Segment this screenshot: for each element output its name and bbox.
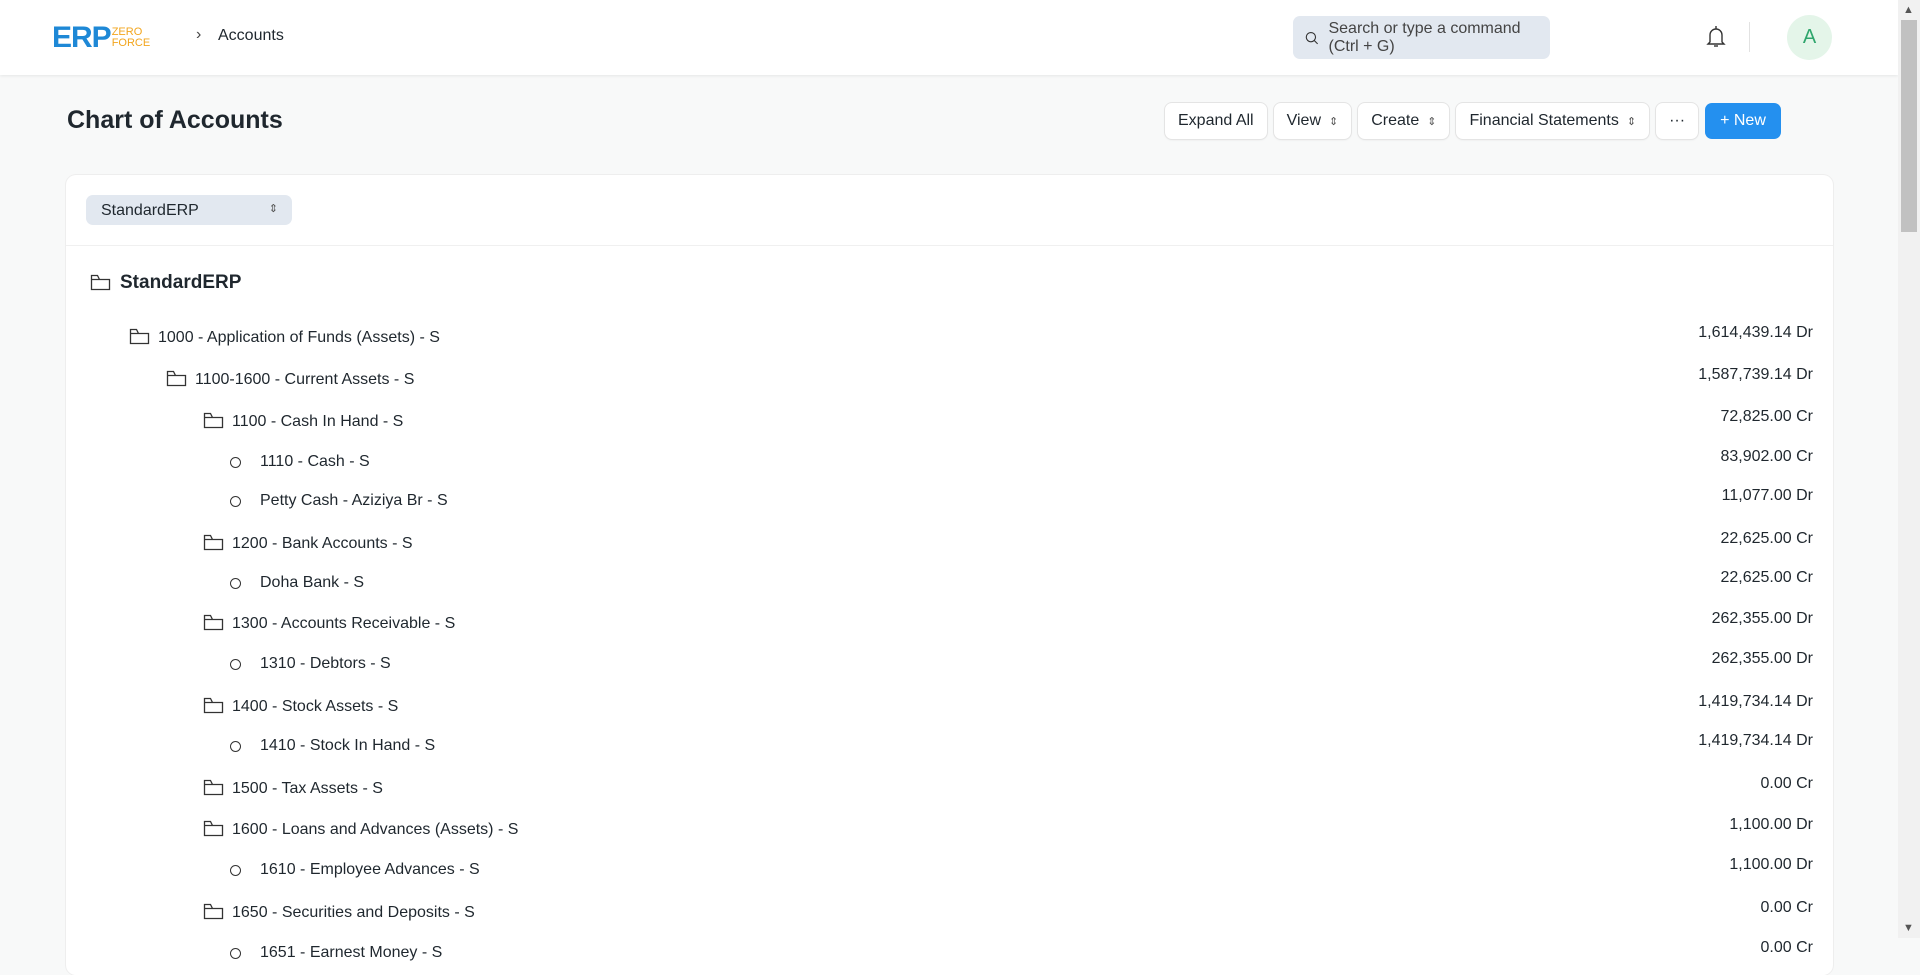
account-balance: 83,902.00 Cr xyxy=(1720,448,1813,465)
account-balance: 72,825.00 Cr xyxy=(1720,408,1813,425)
account-name[interactable]: Doha Bank - S xyxy=(260,574,364,592)
account-balance: 1,419,734.14 Dr xyxy=(1698,693,1813,710)
account-name[interactable]: 1600 - Loans and Advances (Assets) - S xyxy=(232,821,518,839)
scrollbar-thumb[interactable] xyxy=(1901,20,1917,232)
tree-row[interactable]: 1300 - Accounts Receivable - S 262,355.00… xyxy=(66,610,1833,640)
account-balance: 1,419,734.14 Dr xyxy=(1698,732,1813,749)
folder-icon xyxy=(203,613,224,636)
leaf-node-icon xyxy=(230,496,241,507)
account-balance: 11,077.00 Dr xyxy=(1721,487,1813,504)
page-actions: Expand All View ⇕ Create ⇕ Financial State… xyxy=(1165,103,1781,139)
more-button[interactable]: ··· xyxy=(1656,103,1699,139)
account-balance: 0.00 Cr xyxy=(1760,939,1813,956)
account-balance: 262,355.00 Dr xyxy=(1711,650,1813,667)
account-name[interactable]: 1310 - Debtors - S xyxy=(260,655,391,673)
account-balance: 1,100.00 Dr xyxy=(1729,856,1813,873)
bell-icon[interactable] xyxy=(1705,24,1727,50)
scroll-up-icon[interactable]: ▲ xyxy=(1903,4,1914,16)
account-balance: 1,587,739.14 Dr xyxy=(1698,366,1813,383)
company-select[interactable]: StandardERP ⇕ xyxy=(86,195,292,225)
tree-row[interactable]: 1650 - Securities and Deposits - S 0.00 C… xyxy=(66,899,1833,929)
navbar: ERP ZERO FORCE › Accounts Search or type … xyxy=(0,0,1898,75)
tree-row[interactable]: 1651 - Earnest Money - S 0.00 Cr xyxy=(66,939,1833,969)
folder-icon xyxy=(203,411,224,434)
account-name[interactable]: 1410 - Stock In Hand - S xyxy=(260,737,435,755)
account-name[interactable]: 1300 - Accounts Receivable - S xyxy=(232,615,455,633)
account-name[interactable]: StandardERP xyxy=(120,272,241,294)
tree-row[interactable]: 1500 - Tax Assets - S 0.00 Cr xyxy=(66,775,1833,805)
account-name[interactable]: 1400 - Stock Assets - S xyxy=(232,698,398,716)
tree-row[interactable]: 1610 - Employee Advances - S 1,100.00 Dr xyxy=(66,856,1833,886)
account-balance: 262,355.00 Dr xyxy=(1711,610,1813,627)
leaf-node-icon xyxy=(230,457,241,468)
chevron-updown-icon: ⇕ xyxy=(1329,115,1339,128)
scroll-down-icon[interactable]: ▼ xyxy=(1903,922,1914,934)
divider xyxy=(1749,22,1750,52)
leaf-node-icon xyxy=(230,865,241,876)
tree-row[interactable]: 1600 - Loans and Advances (Assets) - S 1,… xyxy=(66,816,1833,846)
logo-text: ERP xyxy=(52,21,112,54)
account-name[interactable]: 1651 - Earnest Money - S xyxy=(260,944,442,962)
new-button[interactable]: + New xyxy=(1705,103,1781,139)
accounts-tree-card: StandardERP ⇕ StandardERP 1000 - Applicati… xyxy=(66,175,1833,975)
account-balance: 0.00 Cr xyxy=(1760,775,1813,792)
folder-icon xyxy=(203,778,224,801)
account-name[interactable]: 1100-1600 - Current Assets - S xyxy=(195,371,414,389)
account-balance: 1,100.00 Dr xyxy=(1729,816,1813,833)
leaf-node-icon xyxy=(230,578,241,589)
account-name[interactable]: 1110 - Cash - S xyxy=(260,453,370,471)
tree-row[interactable]: 1000 - Application of Funds (Assets) - S… xyxy=(66,324,1833,354)
page-title: Chart of Accounts xyxy=(67,106,283,134)
leaf-node-icon xyxy=(230,948,241,959)
view-button[interactable]: View ⇕ xyxy=(1273,103,1352,139)
account-balance: 0.00 Cr xyxy=(1760,899,1813,916)
account-name[interactable]: 1100 - Cash In Hand - S xyxy=(232,413,403,431)
tree-row[interactable]: 1100 - Cash In Hand - S 72,825.00 Cr xyxy=(66,408,1833,438)
account-name[interactable]: 1000 - Application of Funds (Assets) - S xyxy=(158,329,440,347)
folder-icon xyxy=(203,819,224,842)
account-balance: 22,625.00 Cr xyxy=(1720,530,1813,547)
leaf-node-icon xyxy=(230,741,241,752)
logo-subtext: ZERO FORCE xyxy=(111,26,151,49)
folder-icon xyxy=(90,273,111,296)
search-placeholder: Search or type a command (Ctrl + G) xyxy=(1328,19,1521,55)
account-balance: 22,625.00 Cr xyxy=(1720,569,1813,586)
chevron-right-icon: › xyxy=(196,26,202,43)
account-name[interactable]: 1200 - Bank Accounts - S xyxy=(232,535,413,553)
folder-icon xyxy=(203,533,224,556)
account-name[interactable]: Petty Cash - Aziziya Br - S xyxy=(260,492,448,510)
tree-row[interactable]: StandardERP xyxy=(66,270,1833,300)
chevron-updown-icon: ⇕ xyxy=(1427,115,1437,128)
divider xyxy=(66,245,1833,246)
tree-row[interactable]: 1100-1600 - Current Assets - S 1,587,739.… xyxy=(66,366,1833,396)
tree-row[interactable]: Doha Bank - S 22,625.00 Cr xyxy=(66,569,1833,599)
financial-statements-button[interactable]: Financial Statements ⇕ xyxy=(1456,103,1650,139)
scrollbar[interactable]: ▲ ▼ xyxy=(1898,0,1920,938)
account-balance: 1,614,439.14 Dr xyxy=(1698,324,1813,341)
create-button[interactable]: Create ⇕ xyxy=(1358,103,1450,139)
tree-row[interactable]: 1310 - Debtors - S 262,355.00 Dr xyxy=(66,650,1833,680)
app-logo[interactable]: ERP ZERO FORCE xyxy=(52,21,151,54)
breadcrumb-accounts[interactable]: Accounts xyxy=(218,27,284,45)
account-name[interactable]: 1650 - Securities and Deposits - S xyxy=(232,904,475,922)
leaf-node-icon xyxy=(230,659,241,670)
chevron-updown-icon: ⇕ xyxy=(1626,115,1637,128)
tree-row[interactable]: 1410 - Stock In Hand - S 1,419,734.14 Dr xyxy=(66,732,1833,762)
tree-row[interactable]: 1200 - Bank Accounts - S 22,625.00 Cr xyxy=(66,530,1833,560)
folder-icon xyxy=(166,369,187,392)
search-icon xyxy=(1305,31,1319,44)
tree-row[interactable]: 1110 - Cash - S 83,902.00 Cr xyxy=(66,448,1833,478)
tree-row[interactable]: Petty Cash - Aziziya Br - S 11,077.00 Dr xyxy=(66,487,1833,517)
chevron-updown-icon: ⇕ xyxy=(268,203,278,215)
folder-icon xyxy=(203,902,224,925)
account-name[interactable]: 1500 - Tax Assets - S xyxy=(232,780,383,798)
search-input[interactable]: Search or type a command (Ctrl + G) xyxy=(1293,16,1550,59)
account-name[interactable]: 1610 - Employee Advances - S xyxy=(260,861,480,879)
avatar[interactable]: A xyxy=(1787,15,1832,60)
expand-all-button[interactable]: Expand All xyxy=(1165,103,1267,139)
folder-icon xyxy=(129,327,150,350)
tree-row[interactable]: 1400 - Stock Assets - S 1,419,734.14 Dr xyxy=(66,693,1833,723)
folder-icon xyxy=(203,696,224,719)
